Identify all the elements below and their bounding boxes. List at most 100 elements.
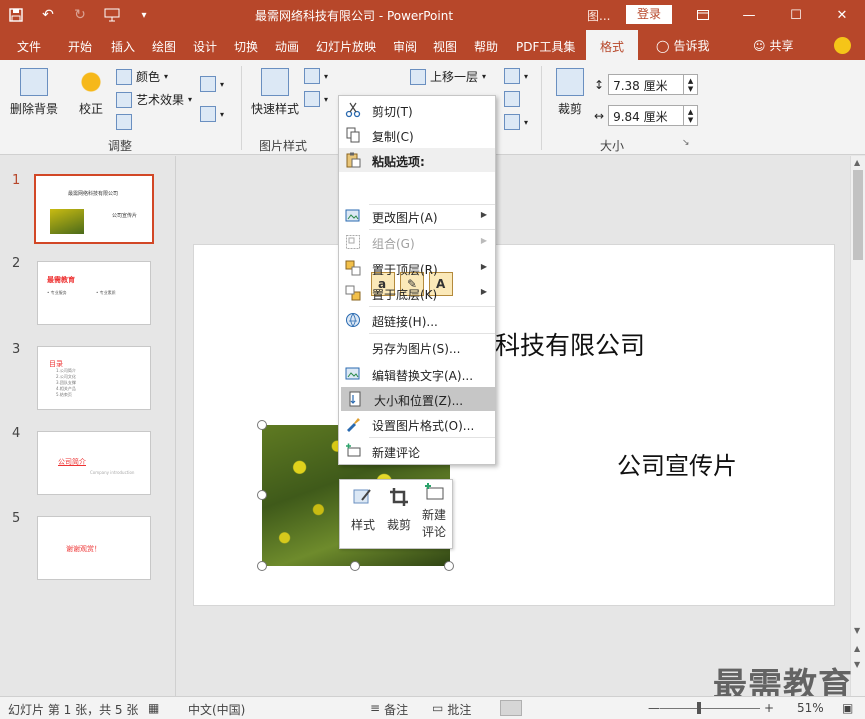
vertical-scrollbar[interactable]: ▲ ▼ ▲ ▼: [850, 156, 865, 696]
next-slide-icon[interactable]: ▼: [854, 660, 860, 669]
color-button[interactable]: 颜色 ▾: [116, 68, 168, 85]
tab-file[interactable]: 文件: [17, 38, 41, 55]
normal-view-icon[interactable]: [500, 700, 522, 716]
close-icon[interactable]: ✕: [819, 0, 865, 30]
zoom-slider-knob[interactable]: [697, 702, 701, 714]
thumbnail-slide-3[interactable]: 目录 1.公司简介 2.公司文化 3.团队支撑 4.相关产品 5.结束页: [37, 346, 151, 410]
zoom-out-icon[interactable]: —: [648, 701, 660, 715]
comments-button[interactable]: ▭ 批注: [432, 701, 471, 718]
resize-handle[interactable]: [444, 561, 454, 571]
accessibility-icon[interactable]: ▦: [148, 701, 159, 715]
tab-view[interactable]: 视图: [433, 38, 457, 55]
height-spinner[interactable]: ↕ 7.38 厘米 ▲ ▼: [594, 74, 699, 95]
slide-sorter-view-icon[interactable]: [538, 700, 560, 716]
scroll-thumb[interactable]: [853, 170, 863, 260]
tab-design[interactable]: 设计: [193, 38, 217, 55]
width-stepper[interactable]: ▲ ▼: [684, 105, 699, 126]
menu-item-bring-to-front[interactable]: 置于顶层(R) ▶: [339, 256, 495, 280]
share-button[interactable]: ☺ 共享: [753, 37, 794, 54]
zoom-level[interactable]: 51%: [797, 701, 824, 715]
width-spinner[interactable]: ↔ 9.84 厘米 ▲ ▼: [594, 105, 699, 126]
bring-forward-icon: [410, 68, 426, 85]
thumbnail-slide-1[interactable]: 最需网络科技有限公司 公司宣传片: [34, 174, 154, 244]
rotate-button[interactable]: ▾: [504, 114, 528, 130]
compress-pictures-button[interactable]: ▾: [200, 76, 224, 92]
slide-subtitle-text[interactable]: 公司宣传片: [617, 446, 737, 481]
mini-crop-button[interactable]: 裁剪: [384, 486, 414, 533]
picture-border-button[interactable]: ▾: [304, 68, 328, 84]
bring-forward-label: 上移一层: [430, 70, 479, 84]
fit-slide-icon[interactable]: ▣: [842, 701, 853, 715]
tab-insert[interactable]: 插入: [111, 38, 135, 55]
previous-slide-icon[interactable]: ▲: [854, 644, 860, 653]
menu-item-format-picture[interactable]: 设置图片格式(O)...: [339, 412, 495, 436]
mini-new-comment-button[interactable]: 新建 评论: [418, 482, 450, 540]
tab-pdf-tools[interactable]: PDF工具集: [516, 38, 575, 55]
present-icon[interactable]: [96, 0, 128, 30]
reading-view-icon[interactable]: [580, 700, 602, 716]
tab-home[interactable]: 开始: [68, 38, 92, 55]
customize-qat-icon[interactable]: ▾: [128, 0, 160, 30]
feedback-smiley-icon[interactable]: [834, 37, 851, 54]
tab-slideshow[interactable]: 幻灯片放映: [316, 38, 376, 55]
menu-item-new-comment[interactable]: 新建评论: [339, 439, 495, 463]
width-input[interactable]: 9.84 厘米: [608, 105, 685, 126]
notes-button[interactable]: ≡ 备注: [370, 701, 408, 718]
tab-draw[interactable]: 绘图: [152, 38, 176, 55]
language-indicator[interactable]: 中文(中国): [188, 701, 245, 718]
thumbnail-slide-5[interactable]: 谢谢观赏！: [37, 516, 151, 580]
width-icon: ↔: [594, 108, 605, 123]
undo-icon[interactable]: ↶: [32, 0, 64, 30]
resize-handle[interactable]: [350, 561, 360, 571]
menu-item-copy[interactable]: 复制(C): [339, 123, 495, 147]
align-button[interactable]: ▾: [504, 68, 528, 84]
slideshow-view-icon[interactable]: [622, 700, 644, 716]
resize-handle[interactable]: [257, 561, 267, 571]
ribbon-display-icon[interactable]: [680, 0, 726, 30]
login-button[interactable]: 登录: [626, 5, 672, 24]
menu-item-send-to-back[interactable]: 置于底层(K) ▶: [339, 281, 495, 305]
menu-item-change-picture[interactable]: 更改图片(A) ▶: [339, 204, 495, 228]
height-input[interactable]: 7.38 厘米: [608, 74, 685, 95]
quick-styles-button[interactable]: 快速样式: [249, 68, 301, 117]
redo-icon[interactable]: ↻: [64, 0, 96, 30]
tell-me-button[interactable]: ◯ 告诉我: [656, 37, 709, 54]
transparency-button[interactable]: [116, 114, 132, 130]
menu-item-edit-alt-text[interactable]: 编辑替换文字(A)...: [339, 362, 495, 386]
menu-item-group[interactable]: 组合(G) ▶: [339, 230, 495, 254]
maximize-icon[interactable]: ☐: [773, 0, 819, 30]
mini-style-button[interactable]: 样式: [348, 486, 378, 533]
tab-format[interactable]: 格式: [586, 30, 639, 60]
remove-background-label: 删除背景: [9, 102, 58, 116]
bring-forward-button[interactable]: 上移一层 ▾: [410, 68, 486, 85]
group-objects-button[interactable]: [504, 91, 520, 107]
minimize-icon[interactable]: —: [726, 0, 772, 30]
slide-title-text[interactable]: 科技有限公司: [495, 326, 645, 362]
height-stepper[interactable]: ▲ ▼: [684, 74, 699, 95]
picture-effects-button[interactable]: ▾: [304, 91, 328, 107]
resize-handle[interactable]: [257, 420, 267, 430]
artistic-effects-button[interactable]: 艺术效果 ▾: [116, 91, 192, 108]
menu-item-save-as-picture[interactable]: 另存为图片(S)...: [339, 335, 495, 359]
menu-item-hyperlink[interactable]: 超链接(H)...: [339, 308, 495, 332]
tab-review[interactable]: 审阅: [393, 38, 417, 55]
crop-button[interactable]: 裁剪: [552, 68, 588, 117]
size-dialog-launcher-icon[interactable]: ↘: [682, 138, 690, 148]
zoom-slider[interactable]: [660, 708, 760, 709]
resize-handle[interactable]: [257, 490, 267, 500]
remove-background-button[interactable]: 删除背景: [8, 68, 60, 117]
tab-animations[interactable]: 动画: [275, 38, 299, 55]
reset-picture-button[interactable]: ▾: [200, 106, 224, 122]
scroll-up-icon[interactable]: ▲: [854, 158, 860, 167]
thumbnail-number: 5: [12, 511, 21, 526]
scroll-down-icon[interactable]: ▼: [854, 626, 860, 635]
save-icon[interactable]: [0, 0, 32, 30]
thumbnail-slide-4[interactable]: 公司简介 Company introduction: [37, 431, 151, 495]
tab-help[interactable]: 帮助: [474, 38, 498, 55]
thumbnail-slide-2[interactable]: 最需教育 • 专业服务 • 专业素质: [37, 261, 151, 325]
corrections-button[interactable]: 校正: [72, 68, 110, 117]
menu-item-size-and-position[interactable]: 大小和位置(Z)...: [341, 387, 495, 411]
menu-item-cut[interactable]: 剪切(T): [339, 98, 495, 122]
tab-transitions[interactable]: 切换: [234, 38, 258, 55]
zoom-in-icon[interactable]: +: [764, 701, 774, 715]
